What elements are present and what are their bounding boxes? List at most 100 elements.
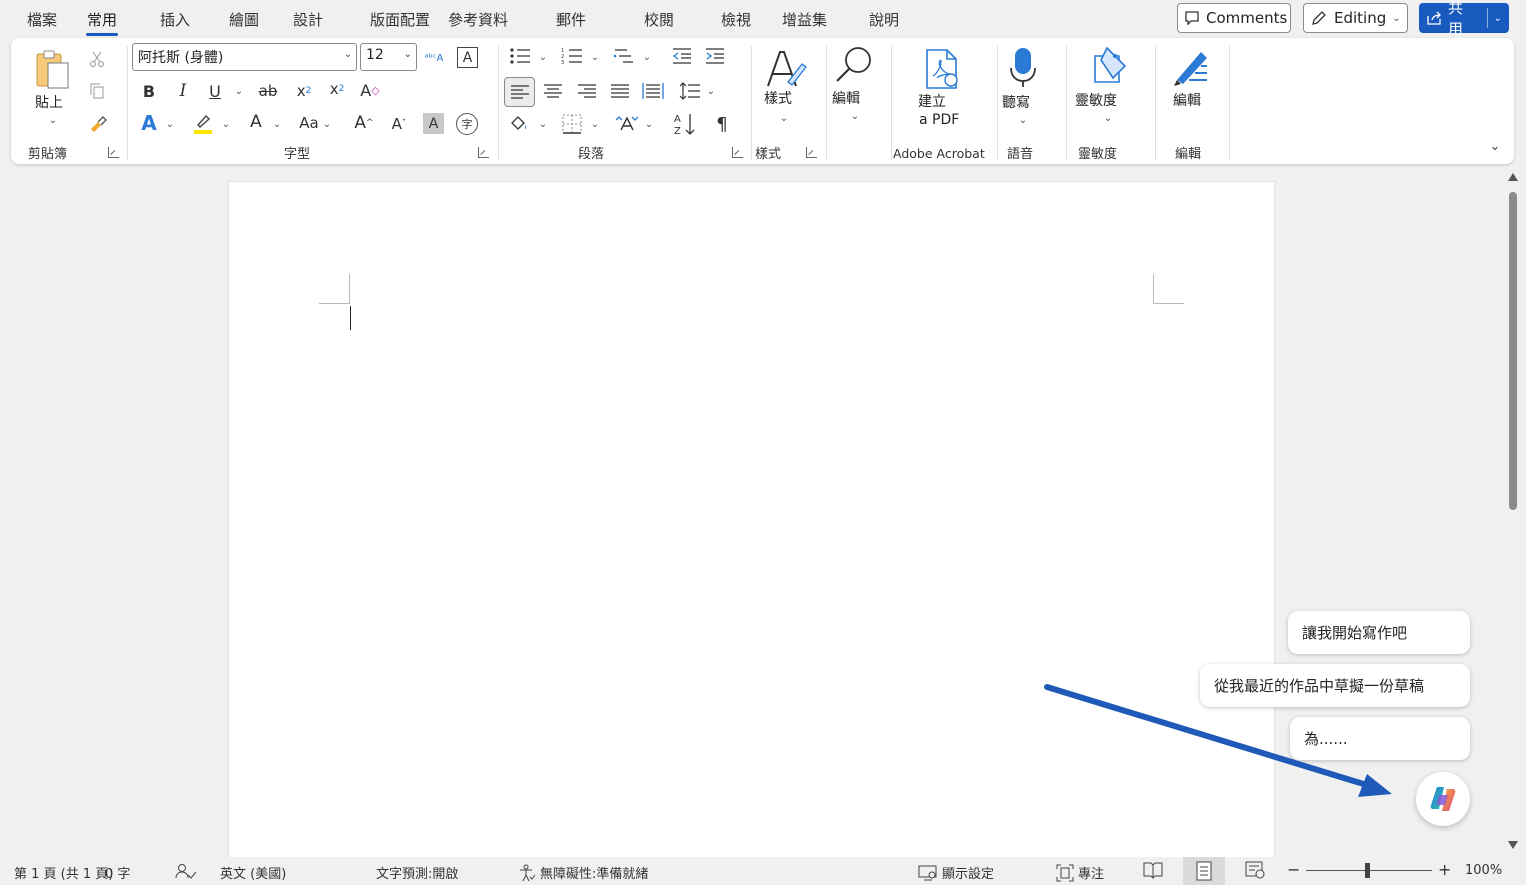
highlight-icon[interactable] xyxy=(190,110,216,136)
bullets-icon[interactable] xyxy=(507,45,533,67)
account-icon[interactable] xyxy=(175,863,197,879)
read-mode-icon[interactable] xyxy=(1143,861,1163,879)
cut-icon[interactable] xyxy=(87,49,107,69)
decrease-indent-icon[interactable] xyxy=(670,46,694,66)
chevron-down-icon[interactable]: ⌄ xyxy=(1494,13,1502,24)
align-left-icon[interactable] xyxy=(504,77,535,107)
scroll-up-arrow-icon[interactable] xyxy=(1508,173,1518,181)
scrollbar-thumb[interactable] xyxy=(1509,192,1517,510)
line-spacing-icon[interactable] xyxy=(678,80,702,102)
character-border-icon[interactable]: A xyxy=(457,47,478,68)
zoom-slider-thumb[interactable] xyxy=(1365,863,1370,878)
chevron-down-icon[interactable]: ⌄ xyxy=(537,51,549,63)
create-pdf-button[interactable] xyxy=(921,48,963,90)
chevron-down-icon[interactable]: ⌄ xyxy=(321,118,333,130)
scroll-down-arrow-icon[interactable] xyxy=(1508,841,1518,849)
text-prediction[interactable]: 文字預測:開啟 xyxy=(376,863,458,882)
zoom-in-icon[interactable]: + xyxy=(1438,860,1451,879)
focus-mode[interactable]: 專注 xyxy=(1056,863,1104,882)
vertical-scrollbar[interactable] xyxy=(1505,170,1521,856)
chevron-down-icon[interactable]: ⌄ xyxy=(1102,112,1114,124)
shading-icon[interactable] xyxy=(507,112,531,136)
font-color-icon[interactable]: A xyxy=(245,110,267,134)
tab-layout[interactable]: 版面配置 xyxy=(370,9,430,30)
styles-button[interactable] xyxy=(764,46,808,90)
word-count[interactable]: 0 字 xyxy=(105,863,130,882)
character-shading-icon[interactable]: A xyxy=(423,113,444,134)
font-launcher-icon[interactable] xyxy=(478,147,489,158)
language[interactable]: 英文 (美國) xyxy=(220,863,286,882)
chevron-down-icon[interactable]: ⌄ xyxy=(271,118,283,130)
underline-icon[interactable]: U xyxy=(206,80,224,102)
clipboard-launcher-icon[interactable] xyxy=(108,147,119,158)
chevron-down-icon[interactable]: ⌄ xyxy=(537,118,549,130)
tab-design[interactable]: 設計 xyxy=(293,9,323,30)
chevron-down-icon[interactable]: ⌄ xyxy=(164,118,176,130)
font-size-combo[interactable]: 12 ⌄ xyxy=(360,43,417,71)
text-effects-icon[interactable]: A xyxy=(137,111,161,135)
paste-button[interactable] xyxy=(34,48,74,92)
display-settings[interactable]: 顯示設定 xyxy=(918,863,994,882)
clear-formatting-icon[interactable]: A ◇ xyxy=(359,79,381,101)
bold-icon[interactable]: B xyxy=(139,80,159,102)
copilot-suggestion[interactable]: 讓我開始寫作吧 xyxy=(1288,611,1470,654)
font-name-combo[interactable]: 阿托斯 (身體) ⌄ xyxy=(132,43,357,71)
page-count[interactable]: 第 1 頁 (共 1 頁) xyxy=(14,863,113,882)
distributed-icon[interactable] xyxy=(641,80,665,102)
chevron-down-icon[interactable]: ⌄ xyxy=(643,118,655,130)
collapse-ribbon-chevron-icon[interactable]: ⌄ xyxy=(1486,138,1504,154)
tab-references[interactable]: 參考資料 xyxy=(448,9,508,30)
editor-button[interactable] xyxy=(1169,46,1213,90)
sort-icon[interactable]: AZ xyxy=(673,111,697,137)
chevron-down-icon[interactable]: ⌄ xyxy=(220,118,232,130)
change-case-icon[interactable]: ᵃᵇᶜA xyxy=(422,46,446,70)
shrink-font-icon[interactable]: Aˇ xyxy=(387,112,411,136)
chevron-down-icon[interactable]: ⌄ xyxy=(705,85,717,97)
tab-home[interactable]: 常用 xyxy=(85,9,119,36)
tab-mailings[interactable]: 郵件 xyxy=(556,9,586,30)
align-right-icon[interactable] xyxy=(575,80,599,102)
tab-insert[interactable]: 插入 xyxy=(160,9,190,30)
editing-button[interactable] xyxy=(832,44,876,88)
dictate-button[interactable] xyxy=(1009,46,1037,90)
increase-indent-icon[interactable] xyxy=(703,46,727,66)
format-painter-icon[interactable] xyxy=(87,113,109,135)
zoom-level[interactable]: 100% xyxy=(1465,863,1502,878)
numbering-icon[interactable]: 123 xyxy=(559,45,585,67)
web-layout-icon[interactable] xyxy=(1245,861,1265,879)
italic-icon[interactable]: I xyxy=(173,80,193,102)
paragraph-launcher-icon[interactable] xyxy=(732,147,743,158)
chevron-down-icon[interactable]: ⌄ xyxy=(849,110,861,122)
tab-review[interactable]: 校閱 xyxy=(644,9,674,30)
enclose-characters-icon[interactable]: 字 xyxy=(456,113,478,135)
chevron-down-icon[interactable]: ⌄ xyxy=(233,85,245,97)
tab-help[interactable]: 說明 xyxy=(869,9,899,30)
tab-file[interactable]: 檔案 xyxy=(27,9,57,30)
justify-icon[interactable] xyxy=(608,80,632,102)
chevron-down-icon[interactable]: ⌄ xyxy=(47,114,59,126)
share-button[interactable]: 共用 ⌄ xyxy=(1419,0,1509,38)
tab-view[interactable]: 檢視 xyxy=(721,9,751,30)
comments-button[interactable]: Comments xyxy=(1177,3,1291,33)
chevron-down-icon[interactable]: ⌄ xyxy=(589,118,601,130)
chevron-down-icon[interactable]: ⌄ xyxy=(641,51,653,63)
zoom-out-icon[interactable]: − xyxy=(1287,860,1300,879)
grow-font-icon[interactable]: A ^ xyxy=(352,111,376,135)
tab-draw[interactable]: 繪圖 xyxy=(229,9,259,30)
subscript-icon[interactable]: x2 xyxy=(294,80,314,102)
chevron-down-icon[interactable]: ⌄ xyxy=(778,112,790,124)
tab-addins[interactable]: 增益集 xyxy=(782,9,827,30)
sensitivity-button[interactable] xyxy=(1091,46,1131,86)
change-case-aa-icon[interactable]: Aa xyxy=(294,112,324,134)
superscript-icon[interactable]: x2 xyxy=(327,78,347,100)
editing-mode-button[interactable]: Editing ⌄ xyxy=(1303,3,1408,33)
borders-icon[interactable] xyxy=(560,112,584,136)
copilot-button[interactable] xyxy=(1416,772,1470,826)
show-formatting-marks-icon[interactable]: ¶ xyxy=(711,112,733,136)
text-direction-icon[interactable] xyxy=(614,112,640,136)
copy-icon[interactable] xyxy=(87,81,107,101)
chevron-down-icon[interactable]: ⌄ xyxy=(589,51,601,63)
align-center-icon[interactable] xyxy=(541,80,565,102)
accessibility-status[interactable]: 無障礙性:準備就緒 xyxy=(518,863,648,882)
strikethrough-icon[interactable]: ab xyxy=(256,80,280,102)
